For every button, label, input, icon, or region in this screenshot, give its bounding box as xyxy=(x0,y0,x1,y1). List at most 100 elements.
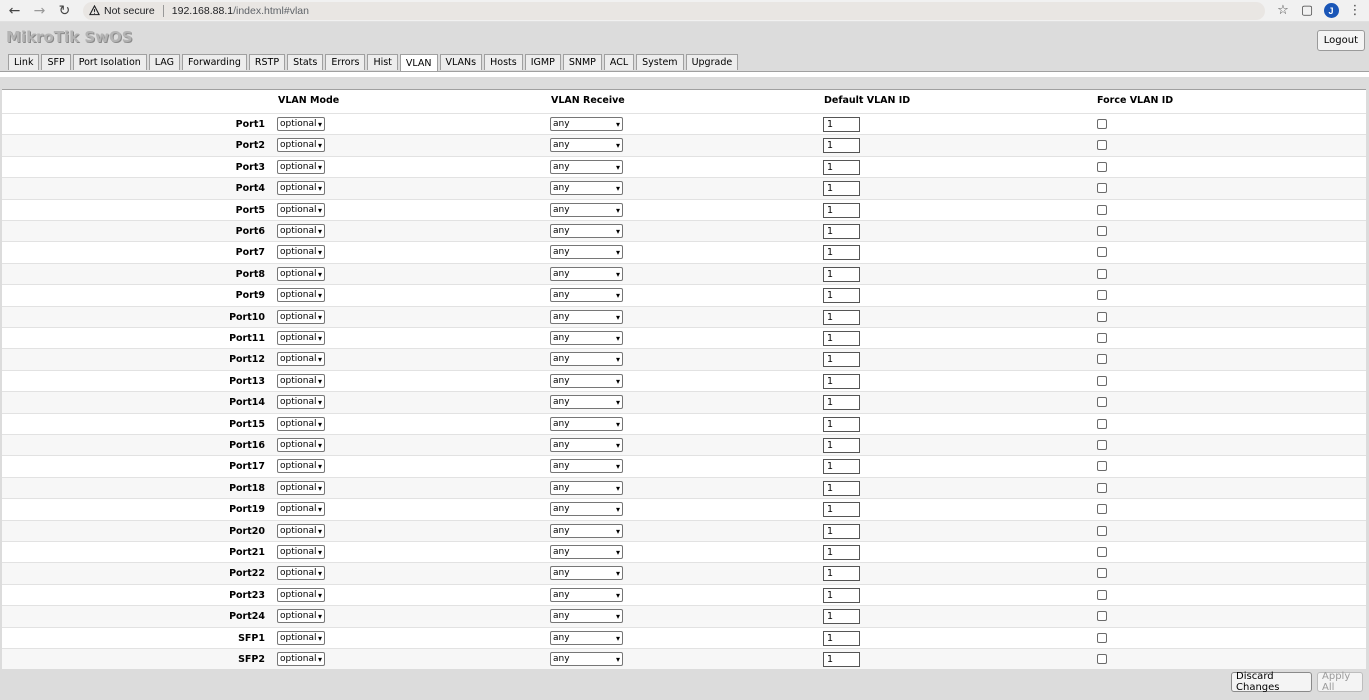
vlan-receive-select[interactable]: any ▾ xyxy=(550,523,623,538)
tab-vlan[interactable]: VLAN xyxy=(399,54,438,71)
default-vlan-id-input[interactable]: 1 xyxy=(823,523,860,539)
force-vlan-id-checkbox[interactable] xyxy=(1097,354,1107,365)
tab-vlans[interactable]: VLANs xyxy=(439,54,483,70)
vlan-mode-select[interactable]: optional ▾ xyxy=(277,459,325,474)
tab-system[interactable]: System xyxy=(636,54,684,70)
force-vlan-id-checkbox[interactable] xyxy=(1097,268,1107,279)
default-vlan-id-input[interactable]: 1 xyxy=(823,566,860,582)
vlan-mode-select[interactable]: optional ▾ xyxy=(277,373,325,388)
vlan-mode-select[interactable]: optional ▾ xyxy=(277,523,325,538)
vlan-mode-select[interactable]: optional ▾ xyxy=(277,138,325,153)
vlan-receive-select[interactable]: any ▾ xyxy=(550,459,623,474)
default-vlan-id-input[interactable]: 1 xyxy=(823,309,860,325)
vlan-mode-select[interactable]: optional ▾ xyxy=(277,416,325,431)
tab-stats[interactable]: Stats xyxy=(287,54,324,70)
vlan-mode-select[interactable]: optional ▾ xyxy=(277,587,325,602)
default-vlan-id-input[interactable]: 1 xyxy=(823,395,860,411)
vlan-receive-select[interactable]: any ▾ xyxy=(550,373,623,388)
default-vlan-id-input[interactable]: 1 xyxy=(823,459,860,475)
force-vlan-id-checkbox[interactable] xyxy=(1097,504,1107,515)
vlan-mode-select[interactable]: optional ▾ xyxy=(277,609,325,624)
address-bar[interactable]: Not secure 192.168.88.1/index.html#vlan xyxy=(83,1,1265,20)
vlan-receive-select[interactable]: any ▾ xyxy=(550,181,623,196)
vlan-mode-select[interactable]: optional ▾ xyxy=(277,545,325,559)
vlan-receive-select[interactable]: any ▾ xyxy=(550,416,623,431)
tab-upgrade[interactable]: Upgrade xyxy=(685,54,739,70)
vlan-receive-select[interactable]: any ▾ xyxy=(550,288,623,303)
vlan-mode-select[interactable]: optional ▾ xyxy=(277,566,325,581)
default-vlan-id-input[interactable]: 1 xyxy=(823,181,860,197)
force-vlan-id-checkbox[interactable] xyxy=(1097,482,1107,493)
vlan-mode-select[interactable]: optional ▾ xyxy=(277,502,325,517)
vlan-receive-select[interactable]: any ▾ xyxy=(550,202,623,217)
apply-all-button[interactable]: Apply All xyxy=(1317,671,1363,693)
force-vlan-id-checkbox[interactable] xyxy=(1097,589,1107,600)
vlan-receive-select[interactable]: any ▾ xyxy=(550,502,623,517)
vlan-receive-select[interactable]: any ▾ xyxy=(550,331,623,345)
bookmark-star-icon[interactable]: ☆ xyxy=(1271,0,1295,22)
vlan-receive-select[interactable]: any ▾ xyxy=(550,609,623,624)
default-vlan-id-input[interactable]: 1 xyxy=(823,266,860,282)
force-vlan-id-checkbox[interactable] xyxy=(1097,418,1107,429)
back-arrow-icon[interactable]: ← xyxy=(2,0,27,22)
force-vlan-id-checkbox[interactable] xyxy=(1097,632,1107,643)
force-vlan-id-checkbox[interactable] xyxy=(1097,140,1107,151)
default-vlan-id-input[interactable]: 1 xyxy=(823,502,860,518)
extensions-icon[interactable]: ▢ xyxy=(1295,0,1319,22)
default-vlan-id-input[interactable]: 1 xyxy=(823,352,860,368)
vlan-receive-select[interactable]: any ▾ xyxy=(550,159,623,174)
force-vlan-id-checkbox[interactable] xyxy=(1097,119,1107,129)
discard-changes-button[interactable]: Discard Changes xyxy=(1231,671,1312,693)
vlan-receive-select[interactable]: any ▾ xyxy=(550,245,623,260)
default-vlan-id-input[interactable]: 1 xyxy=(823,331,860,346)
default-vlan-id-input[interactable]: 1 xyxy=(823,438,860,453)
vlan-mode-select[interactable]: optional ▾ xyxy=(277,352,325,367)
vlan-mode-select[interactable]: optional ▾ xyxy=(277,266,325,281)
tab-snmp[interactable]: SNMP xyxy=(562,54,602,70)
tab-lag[interactable]: LAG xyxy=(148,54,180,70)
force-vlan-id-checkbox[interactable] xyxy=(1097,568,1107,579)
vlan-receive-select[interactable]: any ▾ xyxy=(550,395,623,410)
force-vlan-id-checkbox[interactable] xyxy=(1097,247,1107,258)
kebab-menu-icon[interactable]: ⋮ xyxy=(1343,3,1367,18)
default-vlan-id-input[interactable]: 1 xyxy=(823,630,860,646)
vlan-receive-select[interactable]: any ▾ xyxy=(550,566,623,581)
force-vlan-id-checkbox[interactable] xyxy=(1097,654,1107,664)
tab-acl[interactable]: ACL xyxy=(603,54,635,70)
vlan-receive-select[interactable]: any ▾ xyxy=(550,352,623,367)
vlan-receive-select[interactable]: any ▾ xyxy=(550,545,623,559)
reload-icon[interactable]: ↻ xyxy=(52,0,77,22)
tab-link[interactable]: Link xyxy=(8,54,40,70)
vlan-mode-select[interactable]: optional ▾ xyxy=(277,202,325,217)
default-vlan-id-input[interactable]: 1 xyxy=(823,545,860,560)
forward-arrow-icon[interactable]: → xyxy=(27,0,52,22)
vlan-receive-select[interactable]: any ▾ xyxy=(550,309,623,324)
default-vlan-id-input[interactable]: 1 xyxy=(823,587,860,603)
vlan-mode-select[interactable]: optional ▾ xyxy=(277,331,325,345)
force-vlan-id-checkbox[interactable] xyxy=(1097,397,1107,408)
vlan-mode-select[interactable]: optional ▾ xyxy=(277,309,325,324)
vlan-receive-select[interactable]: any ▾ xyxy=(550,266,623,281)
tab-igmp[interactable]: IGMP xyxy=(524,54,561,70)
vlan-receive-select[interactable]: any ▾ xyxy=(550,587,623,602)
force-vlan-id-checkbox[interactable] xyxy=(1097,525,1107,536)
vlan-mode-select[interactable]: optional ▾ xyxy=(277,245,325,260)
default-vlan-id-input[interactable]: 1 xyxy=(823,224,860,239)
force-vlan-id-checkbox[interactable] xyxy=(1097,333,1107,343)
force-vlan-id-checkbox[interactable] xyxy=(1097,204,1107,215)
vlan-mode-select[interactable]: optional ▾ xyxy=(277,159,325,174)
vlan-receive-select[interactable]: any ▾ xyxy=(550,224,623,238)
vlan-receive-select[interactable]: any ▾ xyxy=(550,117,623,131)
vlan-mode-select[interactable]: optional ▾ xyxy=(277,224,325,238)
tab-sfp[interactable]: SFP xyxy=(41,54,71,70)
default-vlan-id-input[interactable]: 1 xyxy=(823,288,860,304)
default-vlan-id-input[interactable]: 1 xyxy=(823,117,860,132)
vlan-mode-select[interactable]: optional ▾ xyxy=(277,117,325,131)
default-vlan-id-input[interactable]: 1 xyxy=(823,480,860,496)
default-vlan-id-input[interactable]: 1 xyxy=(823,245,860,261)
vlan-mode-select[interactable]: optional ▾ xyxy=(277,630,325,645)
vlan-receive-select[interactable]: any ▾ xyxy=(550,138,623,153)
vlan-receive-select[interactable]: any ▾ xyxy=(550,630,623,645)
force-vlan-id-checkbox[interactable] xyxy=(1097,226,1107,236)
vlan-receive-select[interactable]: any ▾ xyxy=(550,652,623,666)
